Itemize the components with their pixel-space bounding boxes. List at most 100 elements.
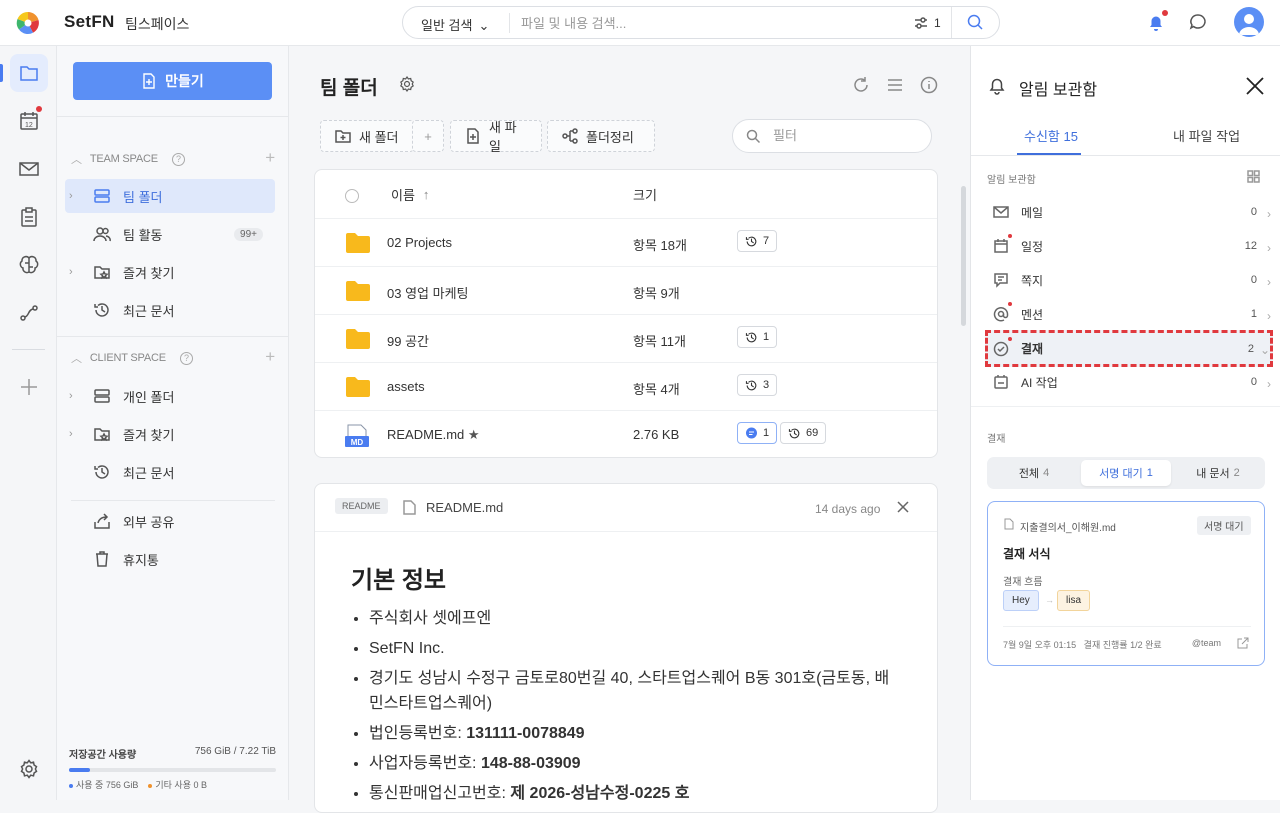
refresh-icon[interactable] [852, 76, 870, 94]
sidebar-item-favorites[interactable]: › 즐겨 찾기 [65, 255, 275, 289]
grid-icon[interactable] [1247, 170, 1260, 183]
filter-input[interactable] [773, 128, 913, 143]
storage-label: 저장공간 사용량 [69, 750, 137, 761]
history-chip[interactable]: 1 [737, 326, 778, 348]
notification-schedule[interactable]: 일정 12 › [985, 229, 1273, 263]
sidebar-item-recent[interactable]: 최근 문서 [65, 293, 275, 327]
info-icon[interactable] [920, 76, 938, 94]
chevron-right-icon[interactable]: › [69, 266, 83, 278]
new-folder-button[interactable]: 새 폴더 [320, 120, 414, 152]
file-name[interactable]: 99 공간 [387, 331, 429, 350]
table-row[interactable]: 03 영업 마케팅 항목 9개 [315, 266, 937, 314]
notification-panel: 알림 보관함 수신함 15 내 파일 작업 알림 보관함 메일 0 › 일정 1… [961, 46, 1280, 800]
add-icon[interactable]: + [265, 348, 275, 366]
sidebar-item-label: 휴지통 [123, 552, 159, 568]
chevron-right-icon[interactable]: › [69, 390, 83, 402]
star-icon[interactable]: ★ [468, 427, 480, 442]
external-link-icon[interactable] [1237, 637, 1249, 649]
approval-card[interactable]: 지출결의서_이해원.md 서명 대기 결재 서식 결재 흐름 Hey → lis… [987, 501, 1265, 666]
rail-clipboard-button[interactable] [10, 198, 48, 236]
search-icon[interactable] [967, 14, 984, 31]
history-count: 1 [763, 331, 770, 343]
sidebar-item-label: 개인 폴더 [123, 389, 175, 405]
rail-mail-button[interactable] [10, 150, 48, 188]
sidebar-item-external-share[interactable]: 외부 공유 [65, 504, 275, 538]
history-chip[interactable]: 3 [737, 374, 778, 396]
column-header-size[interactable]: 크기 [633, 170, 657, 218]
sidebar-item-client-favorites[interactable]: › 즐겨 찾기 [65, 417, 275, 451]
scrollbar[interactable] [961, 186, 966, 326]
comment-chip[interactable]: 1 [737, 422, 778, 444]
sidebar-item-team-folder[interactable]: › 팀 폴더 [65, 179, 275, 213]
chevron-right-icon[interactable]: › [69, 428, 83, 440]
help-icon[interactable]: ? [171, 152, 185, 166]
history-count: 69 [806, 427, 819, 439]
search-mode-dropdown[interactable]: 일반 검색 ⌄ [421, 15, 489, 34]
workspace-name[interactable]: 팀스페이스 [125, 14, 189, 34]
rail-calendar-button[interactable]: 12 [10, 102, 48, 140]
tab-my-file-jobs[interactable]: 내 파일 작업 [1173, 126, 1240, 145]
notification-mail[interactable]: 메일 0 › [985, 195, 1273, 229]
user-avatar[interactable] [1234, 7, 1264, 37]
rail-settings-button[interactable] [10, 750, 48, 788]
list-view-icon[interactable] [886, 76, 904, 94]
table-row[interactable]: assets 항목 4개 3 [315, 362, 937, 410]
chevron-right-icon[interactable]: › [69, 190, 83, 202]
team-space-header[interactable]: ︿ TEAM SPACE ? + [71, 149, 275, 169]
table-row[interactable]: 99 공간 항목 11개 1 [315, 314, 937, 362]
storage-used-label: 사용 중 756 GiB [76, 780, 139, 790]
rail-workflow-button[interactable] [10, 294, 48, 332]
file-name[interactable]: README.md ★ [387, 427, 480, 443]
table-row[interactable]: MD README.md ★ 2.76 KB 1 69 [315, 410, 937, 458]
help-icon[interactable]: ? [179, 351, 193, 365]
list-item-text: 경기도 성남시 수정구 금토로80번길 40, 스타트업스퀘어 B동 301호(… [369, 670, 890, 712]
file-table: 이름 ↑ 크기 02 Projects 항목 18개 7 03 영업 마케팅 항… [314, 169, 938, 458]
folder-settings-icon[interactable] [398, 75, 416, 93]
notification-approval[interactable]: 결재 2 ⌄ [985, 330, 1273, 367]
client-space-header[interactable]: ︿ CLIENT SPACE ? + [71, 348, 275, 368]
add-icon[interactable]: + [265, 149, 275, 167]
history-chip[interactable]: 7 [737, 230, 778, 252]
rail-ai-button[interactable] [10, 246, 48, 284]
chat-icon[interactable] [1188, 12, 1208, 32]
sidebar-divider [57, 116, 289, 117]
add-dropdown-button[interactable]: + [412, 120, 444, 152]
organize-folder-button[interactable]: 폴더정리 [547, 120, 655, 152]
sliders-icon[interactable] [913, 15, 929, 31]
close-icon[interactable] [1245, 76, 1265, 96]
chevron-right-icon: › [1267, 309, 1271, 323]
file-name[interactable]: 03 영업 마케팅 [387, 283, 468, 302]
history-chip[interactable]: 69 [780, 422, 827, 444]
rail-folder-button[interactable] [10, 54, 48, 92]
notification-mention[interactable]: 멘션 1 › [985, 297, 1273, 331]
chevron-right-icon: › [1267, 377, 1271, 391]
notification-count: 2 [1247, 342, 1254, 355]
column-header-name[interactable]: 이름 ↑ [391, 170, 429, 218]
file-name[interactable]: assets [387, 379, 425, 394]
notification-label: 멘션 [1021, 307, 1044, 322]
setfn-logo-icon[interactable] [16, 11, 40, 35]
segment-awaiting-signature[interactable]: 서명 대기 1 [1081, 460, 1171, 486]
create-button[interactable]: 만들기 [73, 62, 272, 100]
search-input[interactable] [521, 12, 901, 34]
file-name[interactable]: 02 Projects [387, 235, 452, 250]
sidebar-item-label: 외부 공유 [123, 514, 175, 530]
rail-add-button[interactable] [10, 368, 48, 406]
approver-chip: lisa [1057, 590, 1091, 611]
new-file-label: 새 파일 [489, 120, 517, 154]
segment-all[interactable]: 전체 4 [990, 460, 1078, 486]
select-all-checkbox[interactable] [345, 189, 359, 203]
new-file-button[interactable]: 새 파일 [450, 120, 542, 154]
tab-inbox[interactable]: 수신함 15 [1024, 126, 1078, 145]
notification-ai-task[interactable]: AI 작업 0 › [985, 365, 1273, 399]
sidebar-item-trash[interactable]: 휴지통 [65, 542, 275, 576]
sidebar-item-personal-folder[interactable]: › 개인 폴더 [65, 379, 275, 413]
table-row[interactable]: 02 Projects 항목 18개 7 [315, 218, 937, 266]
new-folder-label: 새 폴더 [359, 129, 399, 145]
chevron-down-icon: ⌄ [1259, 343, 1270, 357]
sidebar-item-team-activity[interactable]: 팀 활동 99+ [65, 217, 275, 251]
sidebar-item-client-recent[interactable]: 최근 문서 [65, 455, 275, 489]
close-icon[interactable] [895, 499, 911, 515]
notification-message[interactable]: 쪽지 0 › [985, 263, 1273, 297]
segment-my-documents[interactable]: 내 문서 2 [1174, 460, 1262, 486]
